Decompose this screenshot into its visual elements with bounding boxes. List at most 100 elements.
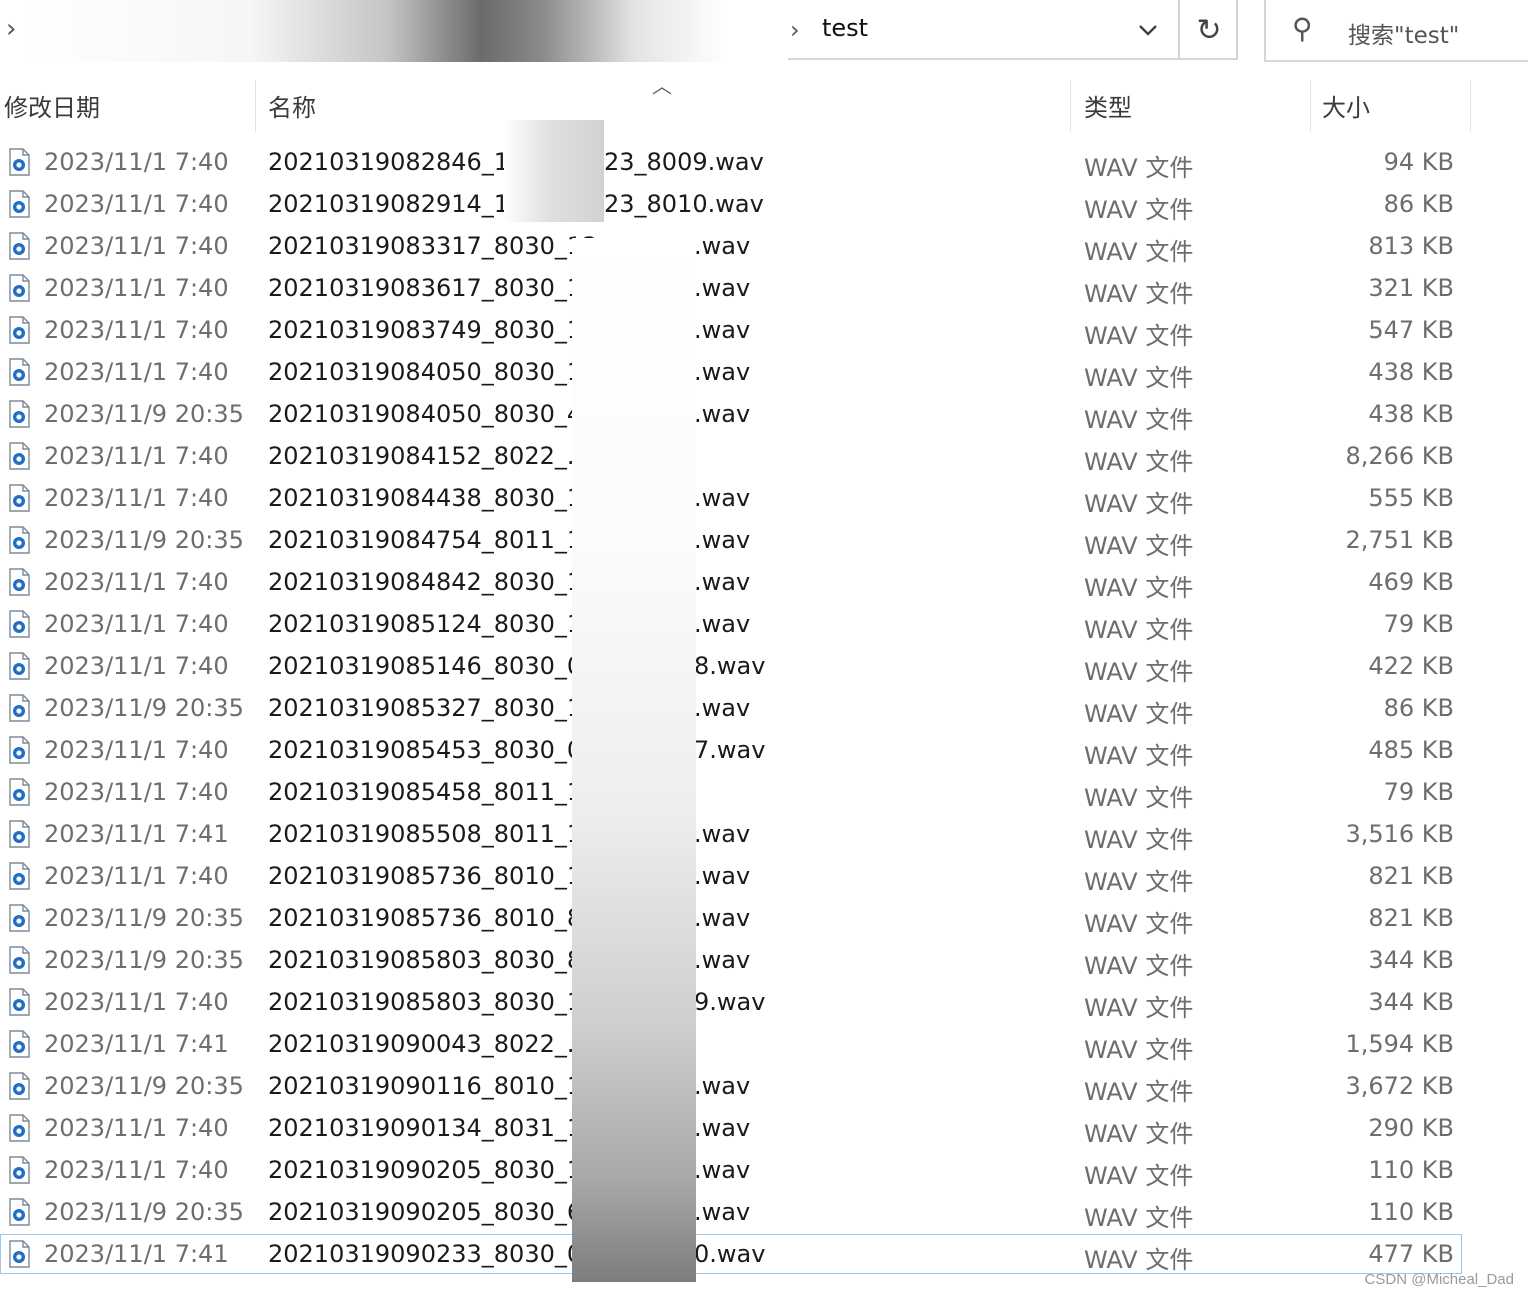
column-divider[interactable] (255, 80, 256, 132)
breadcrumb-chevron-icon[interactable]: › (790, 16, 800, 44)
chevron-down-icon (1139, 25, 1157, 36)
file-name-start: 20210319085458_8011_13 (268, 778, 598, 806)
file-name[interactable]: 20210319084152_8022_.wa (268, 442, 609, 470)
file-type: WAV 文件 (1084, 280, 1194, 308)
file-name[interactable]: 20210319085508_8011_13 .wav (268, 820, 750, 848)
audio-file-icon (9, 1114, 30, 1142)
file-name-start: 20210319090043_8022_.wa (268, 1030, 609, 1058)
file-row[interactable]: 2023/11/1 7:40 20210319085146_8030_01 8.wa… (0, 646, 1528, 688)
column-divider[interactable] (1470, 80, 1471, 132)
file-size: 813 KB (1368, 232, 1454, 260)
file-name[interactable]: 20210319084050_8030_13 .wav (268, 358, 750, 386)
file-row[interactable]: 2023/11/1 7:40 20210319083317_8030_13 .wav… (0, 226, 1528, 268)
file-name-start: 20210319083749_8030_17 (268, 316, 598, 344)
chevron-right-icon[interactable]: › (6, 14, 16, 44)
file-name[interactable]: 20210319082914_18 23_8010.wav (268, 190, 764, 218)
file-name-start: 20210319084152_8022_.wa (268, 442, 609, 470)
audio-file-icon (9, 148, 30, 176)
file-name[interactable]: 20210319085736_8010_81 .wav (268, 904, 750, 932)
file-row[interactable]: 2023/11/1 7:41 20210319090043_8022_.wa WAV… (0, 1024, 1528, 1066)
file-name[interactable]: 20210319083617_8030_13 .wav (268, 274, 750, 302)
file-row[interactable]: 2023/11/1 7:40 20210319090134_8031_13 .wav… (0, 1108, 1528, 1150)
file-row[interactable]: 2023/11/1 7:40 20210319084438_8030_13 .wav… (0, 478, 1528, 520)
file-row[interactable]: 2023/11/1 7:40 20210319082914_18 23_8010.w… (0, 184, 1528, 226)
file-name[interactable]: 20210319083749_8030_17 .wav (268, 316, 750, 344)
file-name[interactable]: 20210319082846_18 23_8009.wav (268, 148, 764, 176)
search-input[interactable]: ⚲ 搜索"test" (1264, 0, 1528, 62)
file-row[interactable]: 2023/11/1 7:40 20210319090205_8030_17 .wav… (0, 1150, 1528, 1192)
file-name-start: 20210319085803_8030_13 (268, 988, 598, 1016)
file-name-start: 20210319082914_18 (268, 190, 525, 218)
file-row[interactable]: 2023/11/9 20:35 20210319085736_8010_81 .wa… (0, 898, 1528, 940)
address-dropdown-button[interactable] (1126, 6, 1170, 54)
file-row[interactable]: 2023/11/9 20:35 20210319085803_8030_83 .wa… (0, 940, 1528, 982)
file-type: WAV 文件 (1084, 1204, 1194, 1232)
file-row[interactable]: 2023/11/9 20:35 20210319085327_8030_18 .wa… (0, 688, 1528, 730)
file-name[interactable]: 20210319085458_8011_13 (268, 778, 597, 806)
file-size: 422 KB (1368, 652, 1454, 680)
file-name[interactable]: 20210319085803_8030_83 .wav (268, 946, 750, 974)
file-row[interactable]: 2023/11/1 7:40 20210319085124_8030_18 .wav… (0, 604, 1528, 646)
file-modified-date: 2023/11/1 7:40 (44, 610, 229, 638)
column-divider[interactable] (1070, 80, 1071, 132)
file-row[interactable]: 2023/11/9 20:35 20210319090205_8030_66 .wa… (0, 1192, 1528, 1234)
file-row[interactable]: 2023/11/9 20:35 20210319090116_8010_11 .wa… (0, 1066, 1528, 1108)
file-name[interactable]: 20210319085736_8010_13 .wav (268, 862, 750, 890)
file-name-end: .wav (694, 862, 751, 890)
file-row[interactable]: 2023/11/9 20:35 20210319084754_8011_10 .wa… (0, 520, 1528, 562)
file-modified-date: 2023/11/9 20:35 (44, 1072, 244, 1100)
file-name[interactable]: 20210319090205_8030_17 .wav (268, 1156, 750, 1184)
file-row[interactable]: 2023/11/1 7:40 20210319085453_8030_01 7.wa… (0, 730, 1528, 772)
column-header-name[interactable]: 名称 (268, 88, 316, 123)
file-row[interactable]: 2023/11/1 7:41 20210319090233_8030_01 0.wa… (0, 1234, 1528, 1276)
file-modified-date: 2023/11/1 7:40 (44, 232, 229, 260)
file-row[interactable]: 2023/11/1 7:40 20210319084050_8030_13 .wav… (0, 352, 1528, 394)
file-name-end: .wav (694, 400, 751, 428)
file-name[interactable]: 20210319083317_8030_13 .wav (268, 232, 750, 260)
file-name[interactable]: 20210319084754_8011_10 .wav (268, 526, 750, 554)
audio-file-icon (9, 316, 30, 344)
file-name[interactable]: 20210319090233_8030_01 0.wav (268, 1240, 765, 1268)
column-header-size[interactable]: 大小 (1322, 88, 1370, 123)
file-row[interactable]: 2023/11/1 7:40 20210319085803_8030_13 9.wa… (0, 982, 1528, 1024)
refresh-button[interactable]: ↻ (1178, 0, 1238, 60)
file-name[interactable]: 20210319090043_8022_.wa (268, 1030, 609, 1058)
audio-file-icon (9, 820, 30, 848)
breadcrumb-current-folder[interactable]: test (822, 14, 868, 42)
file-row[interactable]: 2023/11/1 7:40 20210319084152_8022_.wa WAV… (0, 436, 1528, 478)
file-name[interactable]: 20210319090134_8031_13 .wav (268, 1114, 750, 1142)
file-name-end: .wav (694, 610, 751, 638)
file-name[interactable]: 20210319085453_8030_01 7.wav (268, 736, 765, 764)
audio-file-icon (9, 568, 30, 596)
file-row[interactable]: 2023/11/1 7:40 20210319085458_8011_13 WAV … (0, 772, 1528, 814)
file-name[interactable]: 20210319090205_8030_66 .wav (268, 1198, 750, 1226)
audio-file-icon (9, 862, 30, 890)
file-row[interactable]: 2023/11/1 7:40 20210319083749_8030_17 .wav… (0, 310, 1528, 352)
file-row[interactable]: 2023/11/1 7:40 20210319085736_8010_13 .wav… (0, 856, 1528, 898)
file-size: 2,751 KB (1345, 526, 1454, 554)
audio-file-icon (9, 400, 30, 428)
file-name-start: 20210319085124_8030_18 (268, 610, 598, 638)
file-row[interactable]: 2023/11/1 7:40 20210319083617_8030_13 .wav… (0, 268, 1528, 310)
file-size: 1,594 KB (1345, 1030, 1454, 1058)
file-name[interactable]: 20210319085146_8030_01 8.wav (268, 652, 765, 680)
file-type: WAV 文件 (1084, 1120, 1194, 1148)
file-name[interactable]: 20210319084842_8030_15 .wav (268, 568, 750, 596)
file-row[interactable]: 2023/11/1 7:40 20210319084842_8030_15 .wav… (0, 562, 1528, 604)
column-header-date[interactable]: 修改日期 (4, 88, 100, 123)
file-name[interactable]: 20210319085327_8030_18 .wav (268, 694, 750, 722)
file-name[interactable]: 20210319084050_8030_40 .wav (268, 400, 750, 428)
file-name[interactable]: 20210319090116_8010_11 .wav (268, 1072, 750, 1100)
redaction-block (504, 120, 604, 222)
file-row[interactable]: 2023/11/1 7:40 20210319082846_18 23_8009.w… (0, 142, 1528, 184)
file-name[interactable]: 20210319085124_8030_18 .wav (268, 610, 750, 638)
file-type: WAV 文件 (1084, 406, 1194, 434)
file-name[interactable]: 20210319084438_8030_13 .wav (268, 484, 750, 512)
file-type: WAV 文件 (1084, 1078, 1194, 1106)
file-row[interactable]: 2023/11/1 7:41 20210319085508_8011_13 .wav… (0, 814, 1528, 856)
file-name[interactable]: 20210319085803_8030_13 9.wav (268, 988, 765, 1016)
file-size: 8,266 KB (1345, 442, 1454, 470)
file-row[interactable]: 2023/11/9 20:35 20210319084050_8030_40 .wa… (0, 394, 1528, 436)
column-divider[interactable] (1310, 80, 1311, 132)
column-header-type[interactable]: 类型 (1084, 88, 1132, 123)
